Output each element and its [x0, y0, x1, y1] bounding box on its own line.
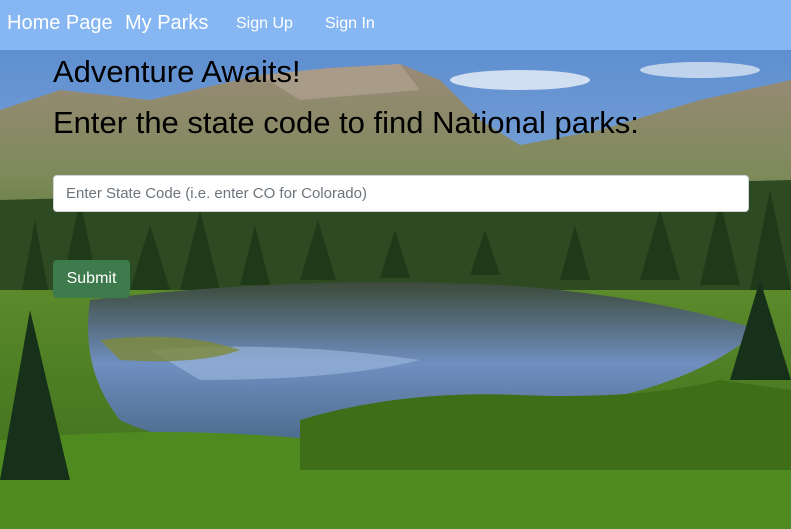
- nav-sign-up-link[interactable]: Sign Up: [236, 15, 293, 33]
- nav-sign-in-link[interactable]: Sign In: [325, 15, 375, 33]
- top-navbar: Home Page My Parks Sign Up Sign In: [0, 0, 791, 50]
- state-code-input[interactable]: [53, 175, 749, 212]
- hero-title: Adventure Awaits!: [53, 54, 301, 89]
- nav-home-page-link[interactable]: Home Page: [7, 12, 113, 35]
- hero-subtitle: Enter the state code to find National pa…: [53, 105, 639, 140]
- nav-my-parks-link[interactable]: My Parks: [125, 12, 208, 35]
- submit-button[interactable]: Submit: [53, 260, 130, 298]
- hero-section: Adventure Awaits! Enter the state code t…: [0, 50, 791, 529]
